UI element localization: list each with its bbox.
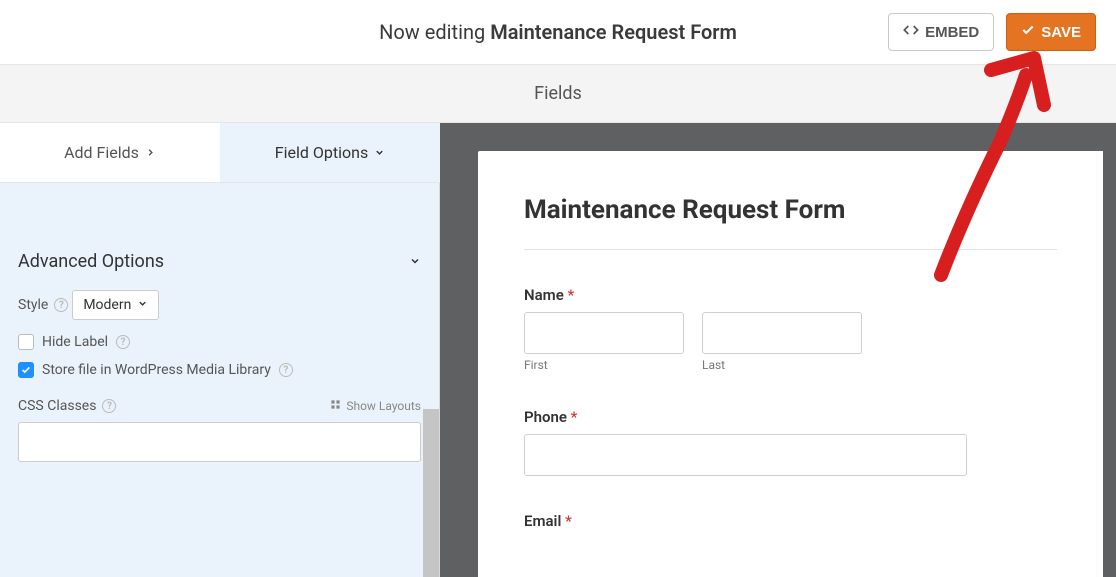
help-icon[interactable]: ? <box>116 335 130 349</box>
hide-label-checkbox[interactable] <box>18 334 34 350</box>
css-classes-input[interactable] <box>18 422 421 462</box>
css-classes-label: CSS Classes <box>18 398 96 414</box>
body: Add Fields Field Options Advanced Option… <box>0 123 1116 577</box>
form-title: Maintenance Request Form <box>524 195 1057 250</box>
topbar-actions: EMBED SAVE <box>888 13 1096 51</box>
form-name: Maintenance Request Form <box>490 20 737 44</box>
style-label: Style <box>18 297 48 313</box>
required-asterisk: * <box>561 512 571 530</box>
fields-header-label: Fields <box>534 83 582 104</box>
preview-page: Maintenance Request Form Name * First La… <box>478 151 1103 577</box>
style-value: Modern <box>83 297 131 313</box>
sidebar-scrollbar[interactable] <box>423 183 439 577</box>
top-bar: Now editing Maintenance Request Form EMB… <box>0 0 1116 65</box>
help-icon[interactable]: ? <box>54 298 68 312</box>
last-name-input[interactable] <box>702 312 862 354</box>
preview-area: Maintenance Request Form Name * First La… <box>440 123 1116 577</box>
fields-header: Fields <box>0 65 1116 123</box>
help-icon[interactable]: ? <box>279 363 293 377</box>
page-title: Now editing Maintenance Request Form <box>379 20 737 44</box>
tab-add-fields[interactable]: Add Fields <box>0 123 220 183</box>
required-asterisk: * <box>567 408 577 426</box>
css-classes-header: CSS Classes ? Show Layouts <box>18 398 421 414</box>
tab-field-options-label: Field Options <box>275 143 368 162</box>
chevron-down-icon <box>137 297 148 313</box>
tab-field-options[interactable]: Field Options <box>220 123 440 183</box>
hide-label-row: Hide Label ? <box>18 334 421 350</box>
sidebar-tabs: Add Fields Field Options <box>0 123 440 183</box>
name-inputs: First Last <box>524 312 1057 372</box>
chevron-right-icon <box>145 143 156 162</box>
store-file-text: Store file in WordPress Media Library <box>42 362 271 378</box>
tab-add-fields-label: Add Fields <box>64 143 139 162</box>
embed-button[interactable]: EMBED <box>888 13 994 51</box>
hide-label-text: Hide Label <box>42 334 108 350</box>
style-select[interactable]: Modern <box>72 290 159 320</box>
scrollbar-thumb[interactable] <box>423 409 439 577</box>
name-label: Name * <box>524 286 1057 304</box>
last-sublabel: Last <box>702 358 862 372</box>
store-file-row: Store file in WordPress Media Library ? <box>18 362 421 378</box>
sidebar: Add Fields Field Options Advanced Option… <box>0 123 440 577</box>
editing-prefix: Now editing <box>379 20 490 44</box>
style-field: Style ? Modern <box>18 290 421 320</box>
phone-label: Phone * <box>524 408 1057 426</box>
email-label: Email * <box>524 512 1057 530</box>
show-layouts-label: Show Layouts <box>346 399 421 413</box>
sidebar-content: Advanced Options Style ? Modern <box>0 183 440 577</box>
show-layouts-button[interactable]: Show Layouts <box>330 399 421 413</box>
grid-icon <box>330 399 341 413</box>
check-icon <box>1021 23 1035 41</box>
help-icon[interactable]: ? <box>102 399 116 413</box>
first-sublabel: First <box>524 358 684 372</box>
chevron-down-icon <box>409 251 421 272</box>
phone-input[interactable] <box>524 434 967 476</box>
store-file-checkbox[interactable] <box>18 362 34 378</box>
save-button[interactable]: SAVE <box>1006 13 1096 51</box>
advanced-options-toggle[interactable]: Advanced Options <box>18 245 421 290</box>
first-name-input[interactable] <box>524 312 684 354</box>
chevron-down-icon <box>374 143 385 162</box>
required-asterisk: * <box>564 286 574 304</box>
save-label: SAVE <box>1041 24 1081 41</box>
embed-label: EMBED <box>925 24 979 41</box>
section-title: Advanced Options <box>18 251 164 272</box>
code-icon <box>903 22 919 42</box>
